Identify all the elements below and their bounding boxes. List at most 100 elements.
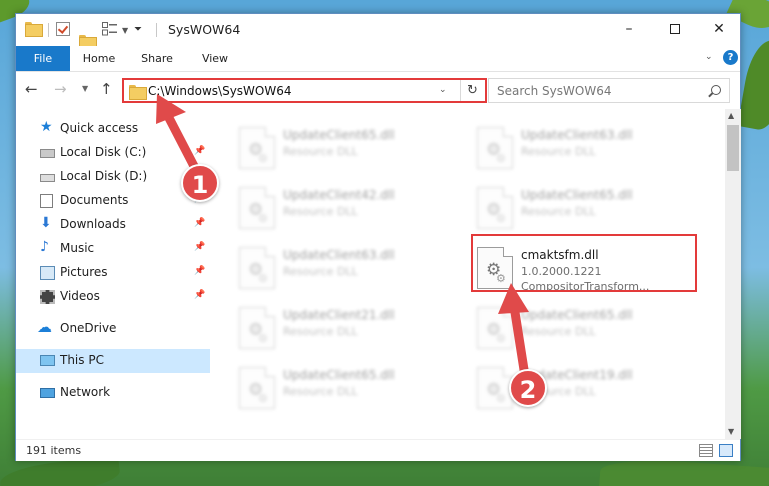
sidebar-item-label: Local Disk (D:) bbox=[60, 169, 148, 183]
properties-check-icon[interactable] bbox=[56, 22, 70, 36]
pin-icon[interactable]: 📌 bbox=[194, 242, 205, 252]
chevron-down-icon[interactable]: ⌄ bbox=[705, 52, 713, 62]
dll-file-icon: ⚙ ⚙ bbox=[239, 187, 275, 229]
sidebar-item-downloads[interactable]: ⬇ Downloads 📌 bbox=[16, 213, 210, 237]
details-view-icon[interactable] bbox=[699, 444, 713, 457]
file-name: UpdateClient42.dll bbox=[283, 188, 395, 202]
tab-share[interactable]: Share bbox=[134, 46, 180, 71]
pin-icon[interactable]: 📌 bbox=[194, 290, 205, 300]
scrollbar-thumb[interactable] bbox=[727, 125, 739, 171]
search-input[interactable]: Search SysWOW64 bbox=[497, 84, 611, 98]
chevron-down-icon[interactable]: ⌄ bbox=[439, 85, 447, 95]
sidebar-item-label: This PC bbox=[60, 353, 104, 367]
file-name: UpdateClient21.dll bbox=[283, 308, 395, 322]
tab-home[interactable]: Home bbox=[76, 46, 122, 71]
dll-file-icon: ⚙ ⚙ bbox=[239, 127, 275, 169]
status-bar: 191 items bbox=[16, 439, 740, 461]
list-item[interactable]: ⚙ ⚙ UpdateClient19.dll Resource DLL bbox=[471, 363, 691, 417]
pc-icon bbox=[40, 355, 55, 366]
scroll-up-icon[interactable]: ▲ bbox=[728, 111, 734, 120]
navigation-bar: ← → ▼ ↑ C:\Windows\SysWOW64 ⌄ ↻ Search S… bbox=[16, 73, 740, 107]
chevron-down-icon[interactable]: ▼ bbox=[122, 26, 128, 42]
tab-file[interactable]: File bbox=[16, 46, 70, 71]
sidebar-item-videos[interactable]: Videos 📌 bbox=[16, 285, 210, 309]
sidebar-item-network[interactable]: Network bbox=[16, 381, 210, 405]
window-title: SysWOW64 bbox=[168, 22, 241, 37]
dll-file-icon: ⚙ ⚙ bbox=[239, 247, 275, 289]
address-path[interactable]: C:\Windows\SysWOW64 bbox=[148, 84, 292, 98]
list-item[interactable]: ⚙ ⚙ UpdateClient65.dll Resource DLL bbox=[233, 123, 453, 177]
file-name: UpdateClient65.dll bbox=[283, 368, 395, 382]
sidebar-item-quick-access[interactable]: ★ Quick access bbox=[16, 117, 210, 141]
list-item[interactable]: ⚙ ⚙ UpdateClient63.dll Resource DLL bbox=[233, 243, 453, 297]
list-item[interactable]: ⚙ ⚙ UpdateClient42.dll Resource DLL bbox=[233, 183, 453, 237]
file-type: Resource DLL bbox=[283, 325, 358, 338]
sidebar-item-this-pc[interactable]: This PC bbox=[16, 349, 210, 373]
back-arrow-icon[interactable]: ← bbox=[25, 80, 38, 98]
sidebar-item-label: Documents bbox=[60, 193, 129, 207]
file-type: Resource DLL bbox=[521, 145, 596, 158]
ribbon: File Home Share View ⌄ ? bbox=[16, 46, 740, 72]
quick-access-menu-icon[interactable] bbox=[102, 22, 118, 38]
dll-file-icon: ⚙ ⚙ bbox=[239, 307, 275, 349]
recent-locations-icon[interactable]: ▼ bbox=[82, 84, 88, 93]
file-name: UpdateClient65.dll bbox=[521, 188, 633, 202]
folder-icon[interactable] bbox=[25, 22, 43, 37]
dll-file-icon: ⚙ ⚙ bbox=[477, 307, 513, 349]
drive-icon bbox=[40, 149, 55, 158]
list-item[interactable]: ⚙ ⚙ UpdateClient65.dll Resource DLL bbox=[471, 303, 691, 357]
dll-file-icon: ⚙ ⚙ bbox=[477, 367, 513, 409]
pin-icon[interactable]: 📌 bbox=[194, 218, 205, 228]
desktop-leaf bbox=[737, 37, 769, 133]
list-item[interactable]: ⚙ ⚙ UpdateClient21.dll Resource DLL bbox=[233, 303, 453, 357]
network-icon bbox=[40, 388, 55, 398]
download-icon: ⬇ bbox=[40, 215, 52, 231]
search-icon[interactable] bbox=[711, 85, 721, 95]
minimize-button[interactable]: – bbox=[606, 14, 652, 44]
pin-icon[interactable]: 📌 bbox=[194, 266, 205, 276]
sidebar-item-label: Downloads bbox=[60, 217, 126, 231]
list-item[interactable]: ⚙ ⚙ UpdateClient63.dll Resource DLL bbox=[471, 123, 691, 177]
file-type: Resource DLL bbox=[283, 265, 358, 278]
documents-icon bbox=[40, 194, 53, 208]
file-name: UpdateClient63.dll bbox=[283, 248, 395, 262]
sidebar-item-label: Videos bbox=[60, 289, 100, 303]
drive-icon bbox=[40, 174, 55, 182]
search-box[interactable]: Search SysWOW64 bbox=[488, 78, 730, 103]
file-type: Resource DLL bbox=[521, 325, 596, 338]
scroll-down-icon[interactable]: ▼ bbox=[728, 427, 734, 436]
list-item[interactable]: ⚙ ⚙ UpdateClient65.dll Resource DLL bbox=[233, 363, 453, 417]
maximize-button[interactable] bbox=[652, 14, 698, 44]
videos-icon bbox=[40, 290, 55, 304]
sidebar-item-label: Pictures bbox=[60, 265, 108, 279]
refresh-icon[interactable]: ↻ bbox=[460, 80, 484, 101]
list-item[interactable]: ⚙ ⚙ UpdateClient65.dll Resource DLL bbox=[471, 183, 691, 237]
sidebar-item-onedrive[interactable]: ☁ OneDrive bbox=[16, 317, 210, 341]
tab-view[interactable]: View bbox=[192, 46, 238, 71]
address-bar[interactable]: C:\Windows\SysWOW64 ⌄ ↻ bbox=[122, 78, 487, 103]
sidebar-item-label: Network bbox=[60, 385, 111, 399]
up-arrow-icon[interactable]: ↑ bbox=[100, 80, 113, 98]
tiles-view-icon[interactable] bbox=[719, 444, 733, 457]
step-badge-2: 2 bbox=[509, 369, 547, 407]
sidebar-item-pictures[interactable]: Pictures 📌 bbox=[16, 261, 210, 285]
sidebar-item-music[interactable]: ♪ Music 📌 bbox=[16, 237, 210, 261]
file-type: Resource DLL bbox=[283, 385, 358, 398]
step-badge-1: 1 bbox=[181, 164, 219, 202]
customize-toolbar-icon[interactable]: ⏷ bbox=[134, 24, 142, 40]
music-icon: ♪ bbox=[40, 239, 49, 255]
file-name: UpdateClient63.dll bbox=[521, 128, 633, 142]
close-button[interactable]: ✕ bbox=[696, 14, 742, 44]
sidebar-item-local-disk-c[interactable]: Local Disk (C:) 📌 bbox=[16, 141, 210, 165]
help-icon[interactable]: ? bbox=[723, 50, 738, 65]
dll-file-icon: ⚙ ⚙ bbox=[477, 187, 513, 229]
sidebar-item-label: Music bbox=[60, 241, 95, 255]
vertical-scrollbar[interactable]: ▲ ▼ bbox=[725, 109, 741, 439]
dll-file-icon: ⚙ ⚙ bbox=[477, 127, 513, 169]
cloud-icon: ☁ bbox=[37, 318, 52, 336]
dll-file-icon: ⚙ ⚙ bbox=[239, 367, 275, 409]
sidebar-item-documents[interactable]: Documents 📌 bbox=[16, 189, 210, 213]
pin-icon[interactable]: 📌 bbox=[194, 146, 205, 156]
file-name: UpdateClient65.dll bbox=[283, 128, 395, 142]
forward-arrow-icon[interactable]: → bbox=[54, 80, 67, 98]
